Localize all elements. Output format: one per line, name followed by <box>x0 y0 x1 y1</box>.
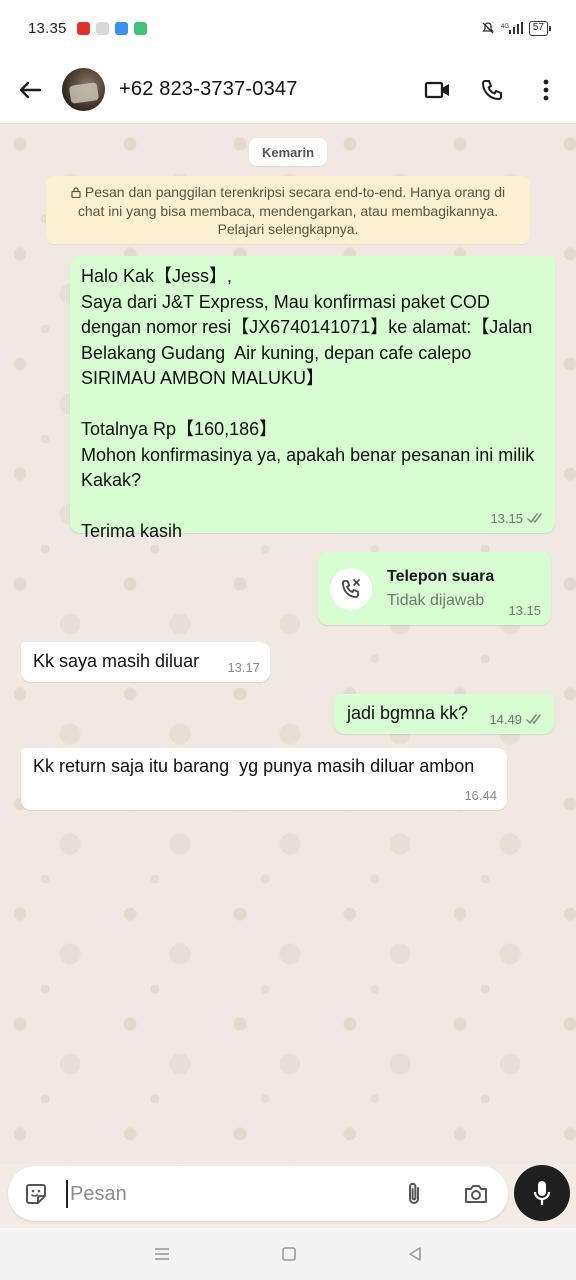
lock-icon <box>71 187 81 198</box>
message-meta: 13.15 <box>490 511 545 526</box>
message-time: 16.44 <box>464 788 497 803</box>
double-check-icon <box>526 714 541 724</box>
tiktok-icon <box>95 21 109 35</box>
voice-record-button[interactable] <box>514 1165 570 1221</box>
phone-icon <box>482 79 502 100</box>
video-camera-icon <box>424 81 449 98</box>
avatar[interactable] <box>62 68 105 111</box>
call-title: Telepon suara <box>387 568 495 585</box>
back-arrow-icon <box>19 81 41 98</box>
message-bubble-incoming[interactable]: Kk saya masih diluar 13.17 <box>21 642 270 682</box>
camera-icon <box>465 1184 487 1203</box>
message-time: 13.17 <box>227 660 260 675</box>
message-text: Kk saya masih diluar <box>33 651 200 671</box>
message-input[interactable]: Pesan <box>66 1179 398 1208</box>
contact-name[interactable]: +62 823-3737-0347 <box>119 78 298 101</box>
sticker-icon <box>26 1183 46 1204</box>
date-chip: Kemarin <box>249 138 327 166</box>
call-status: Tidak dijawab <box>387 592 485 609</box>
attach-button[interactable] <box>398 1178 430 1210</box>
voice-call-button[interactable] <box>476 74 508 106</box>
more-vertical-icon <box>543 79 549 100</box>
home-icon[interactable] <box>281 1246 297 1262</box>
encryption-notice-text: Pesan dan panggilan terenkripsi secara e… <box>77 184 506 237</box>
notification-app-icon <box>114 21 128 35</box>
message-bubble-outgoing[interactable]: jadi bgmna kk? 14.49 <box>334 694 554 734</box>
mute-icon <box>482 22 494 34</box>
message-time: 13.15 <box>490 511 523 526</box>
video-call-button[interactable] <box>422 74 454 106</box>
message-time: 14.49 <box>489 712 522 727</box>
microphone-icon <box>533 1181 551 1205</box>
whatsapp-icon <box>133 21 147 35</box>
battery-indicator: 57 <box>528 20 552 36</box>
system-navigation-bar <box>0 1228 576 1280</box>
message-meta: 13.15 <box>508 603 541 618</box>
status-time: 13.35 <box>28 19 67 37</box>
message-time: 13.15 <box>508 603 541 618</box>
message-meta: 16.44 <box>464 788 497 803</box>
status-bar: 13.35 4G 57 <box>0 0 576 56</box>
message-bubble-outgoing[interactable]: Halo Kak【Jess】, Saya dari J&T Express, M… <box>70 256 555 541</box>
encryption-notice[interactable]: Pesan dan panggilan terenkripsi secara e… <box>46 176 530 244</box>
back-nav-icon[interactable] <box>407 1246 423 1262</box>
message-composer: Pesan <box>8 1166 508 1221</box>
message-meta: 14.49 <box>489 712 544 727</box>
message-text: Halo Kak【Jess】, Saya dari J&T Express, M… <box>81 266 535 541</box>
chat-area[interactable]: Kemarin Pesan dan panggilan terenkripsi … <box>0 124 576 1164</box>
status-indicators: 4G 57 <box>481 20 552 36</box>
message-meta: 13.17 <box>227 660 260 675</box>
message-bubble-incoming[interactable]: Kk return saja itu barang yg punya masih… <box>21 748 507 810</box>
chat-header: +62 823-3737-0347 <box>0 56 576 124</box>
phone-missed-icon <box>342 579 360 598</box>
camera-button[interactable] <box>460 1178 492 1210</box>
header-actions <box>422 74 562 106</box>
notification-app-icon <box>76 21 90 35</box>
composer-actions <box>398 1178 492 1210</box>
signal-icon: 4G <box>501 22 523 34</box>
double-check-icon <box>527 513 542 523</box>
svg-text:4G: 4G <box>501 24 509 30</box>
call-bubble[interactable]: Telepon suara Tidak dijawab 13.15 <box>318 552 551 625</box>
status-app-icons <box>76 21 147 35</box>
back-button[interactable] <box>14 74 46 106</box>
missed-call-icon <box>330 568 372 610</box>
recent-apps-icon[interactable] <box>153 1246 171 1262</box>
more-options-button[interactable] <box>530 74 562 106</box>
sticker-button[interactable] <box>20 1178 52 1210</box>
paperclip-icon <box>409 1182 419 1204</box>
message-text: Kk return saja itu barang yg punya masih… <box>33 756 475 776</box>
